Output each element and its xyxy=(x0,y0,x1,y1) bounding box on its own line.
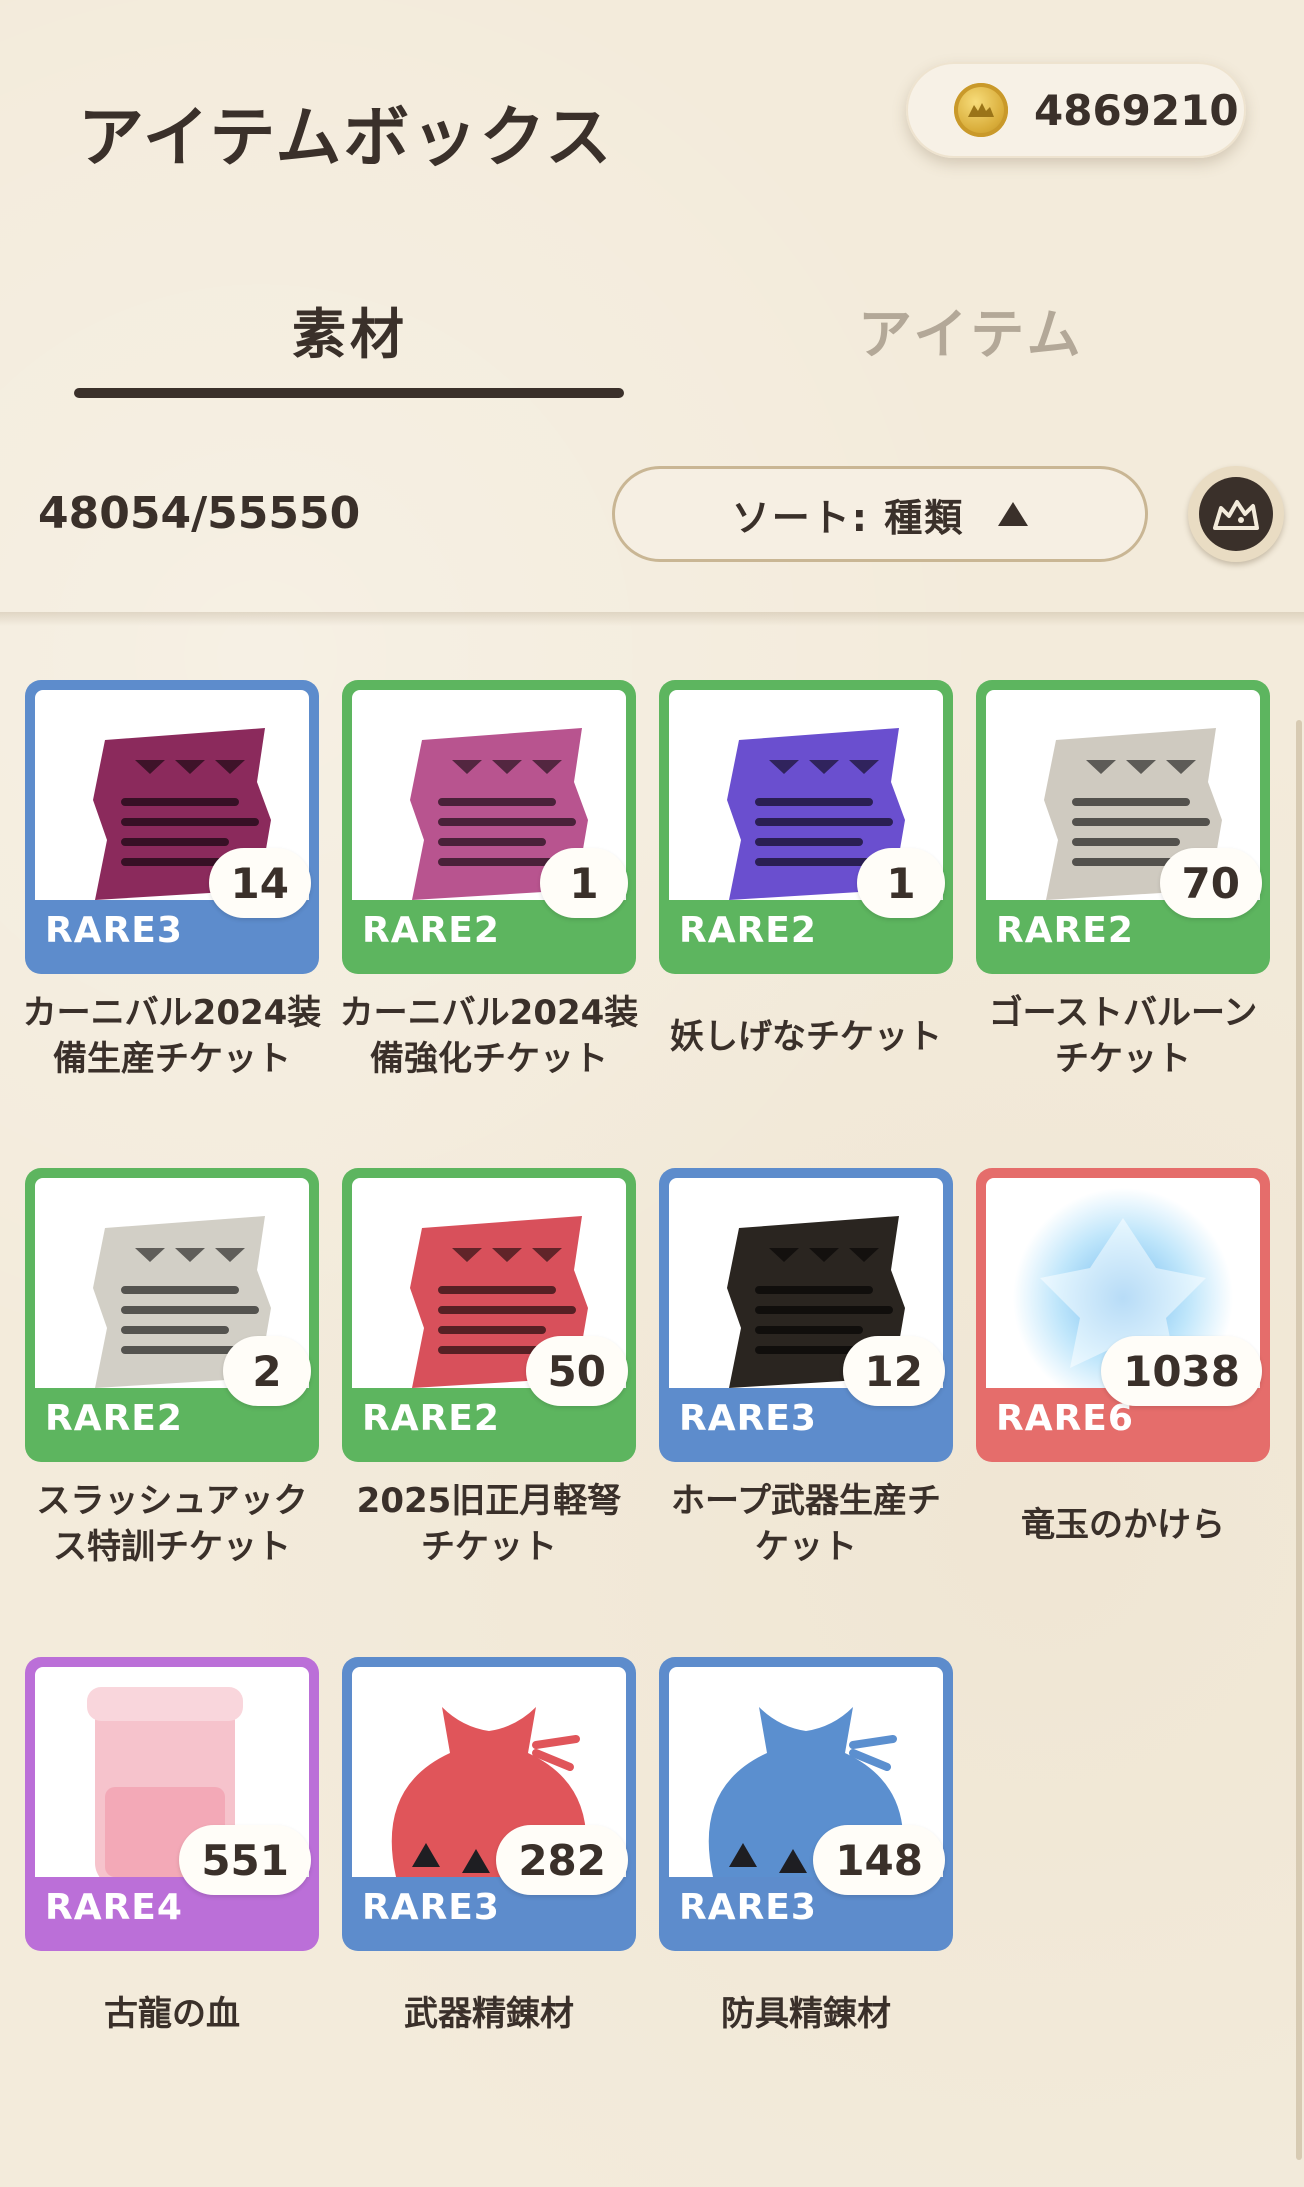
quantity-badge: 70 xyxy=(1159,848,1262,918)
rarity-label: RARE2 xyxy=(45,1398,183,1439)
item-name: カーニバル2024装 備強化チケット xyxy=(334,990,644,1082)
item-name: 防具精錬材 xyxy=(651,1991,961,2037)
item-name: 竜玉のかけら xyxy=(968,1502,1278,1548)
filter-button[interactable] xyxy=(1188,466,1284,562)
currency-value: 4869210 xyxy=(1034,85,1239,135)
item-card[interactable]: RARE3 282 xyxy=(342,1657,636,1951)
quantity-badge: 2 xyxy=(223,1336,311,1406)
rarity-label: RARE2 xyxy=(996,910,1134,951)
item-name-line-2: ケット xyxy=(755,1527,857,1567)
item-name: ゴーストバルーン チケット xyxy=(968,990,1278,1082)
sort-ascending-icon xyxy=(998,502,1029,526)
rarity-label: RARE3 xyxy=(362,1887,500,1928)
rarity-label: RARE4 xyxy=(45,1887,183,1928)
item-name: 武器精錬材 xyxy=(334,1991,644,2037)
quantity-badge: 1 xyxy=(540,848,628,918)
quantity-badge: 1 xyxy=(857,848,945,918)
item-name-line-1: 妖しげなチケット xyxy=(670,1017,942,1057)
item-name-line-2: ス特訓チケット xyxy=(53,1527,291,1567)
quantity-badge: 14 xyxy=(208,848,311,918)
rarity-label: RARE3 xyxy=(679,1887,817,1928)
coin-icon xyxy=(954,83,1008,137)
item-name-line-2: チケット xyxy=(1055,1039,1191,1079)
item-name-line-2: チケット xyxy=(421,1527,557,1567)
rarity-label: RARE3 xyxy=(679,1398,817,1439)
rarity-label: RARE2 xyxy=(362,1398,500,1439)
page-title: アイテムボックス xyxy=(78,99,614,176)
item-card[interactable]: RARE2 2 xyxy=(25,1168,319,1462)
item-name-line-1: 古龍の血 xyxy=(104,1994,240,2034)
divider xyxy=(0,612,1304,626)
sort-button[interactable]: ソート: 種類 xyxy=(612,466,1148,562)
item-name: カーニバル2024装 備生産チケット xyxy=(17,990,327,1082)
tab-items[interactable]: アイテム xyxy=(858,290,1085,369)
active-tab-indicator xyxy=(74,388,624,398)
scrollbar[interactable] xyxy=(1296,720,1302,2160)
rarity-label: RARE3 xyxy=(45,910,183,951)
item-name: 妖しげなチケット xyxy=(651,1014,961,1060)
item-count: 48054/55550 xyxy=(38,488,361,539)
rarity-label: RARE2 xyxy=(362,910,500,951)
item-name-line-2: 備強化チケット xyxy=(370,1039,608,1079)
tab-bar: 素材 アイテム xyxy=(0,270,1304,410)
item-name-line-1: スラッシュアック xyxy=(36,1481,308,1521)
rarity-label: RARE6 xyxy=(996,1398,1134,1439)
item-card[interactable]: RARE3 148 xyxy=(659,1657,953,1951)
quantity-badge: 1038 xyxy=(1101,1336,1262,1406)
item-card[interactable]: RARE3 14 xyxy=(25,680,319,974)
item-name: ホープ武器生産チ ケット xyxy=(651,1478,961,1570)
item-card[interactable]: RARE2 50 xyxy=(342,1168,636,1462)
quantity-badge: 148 xyxy=(813,1825,945,1895)
rarity-label: RARE2 xyxy=(679,910,817,951)
item-card[interactable]: RARE2 70 xyxy=(976,680,1270,974)
sort-label: ソート: 種類 xyxy=(731,495,965,540)
quantity-badge: 50 xyxy=(525,1336,628,1406)
item-card[interactable]: RARE6 1038 xyxy=(976,1168,1270,1462)
item-name-line-1: カーニバル2024装 xyxy=(339,993,639,1033)
quantity-badge: 551 xyxy=(179,1825,311,1895)
item-name-line-1: 防具精錬材 xyxy=(721,1994,891,2034)
item-name-line-1: 武器精錬材 xyxy=(404,1994,574,2034)
item-name-line-1: カーニバル2024装 xyxy=(22,993,322,1033)
item-card[interactable]: RARE2 1 xyxy=(342,680,636,974)
item-name-line-1: ホープ武器生産チ xyxy=(671,1481,941,1521)
item-card[interactable]: RARE4 551 xyxy=(25,1657,319,1951)
item-name-line-1: 2025旧正月軽弩 xyxy=(356,1481,622,1521)
item-name: スラッシュアック ス特訓チケット xyxy=(17,1478,327,1570)
item-name-line-1: 竜玉のかけら xyxy=(1021,1505,1225,1545)
monster-filter-icon xyxy=(1199,477,1273,551)
item-card[interactable]: RARE3 12 xyxy=(659,1168,953,1462)
item-name: 2025旧正月軽弩 チケット xyxy=(334,1478,644,1570)
item-name-line-1: ゴーストバルーン xyxy=(988,993,1258,1033)
item-card[interactable]: RARE2 1 xyxy=(659,680,953,974)
currency-display: 4869210 xyxy=(906,62,1246,158)
quantity-badge: 282 xyxy=(496,1825,628,1895)
tab-materials[interactable]: 素材 xyxy=(292,290,408,369)
item-name-line-2: 備生産チケット xyxy=(53,1039,291,1079)
quantity-badge: 12 xyxy=(842,1336,945,1406)
item-name: 古龍の血 xyxy=(17,1991,327,2037)
